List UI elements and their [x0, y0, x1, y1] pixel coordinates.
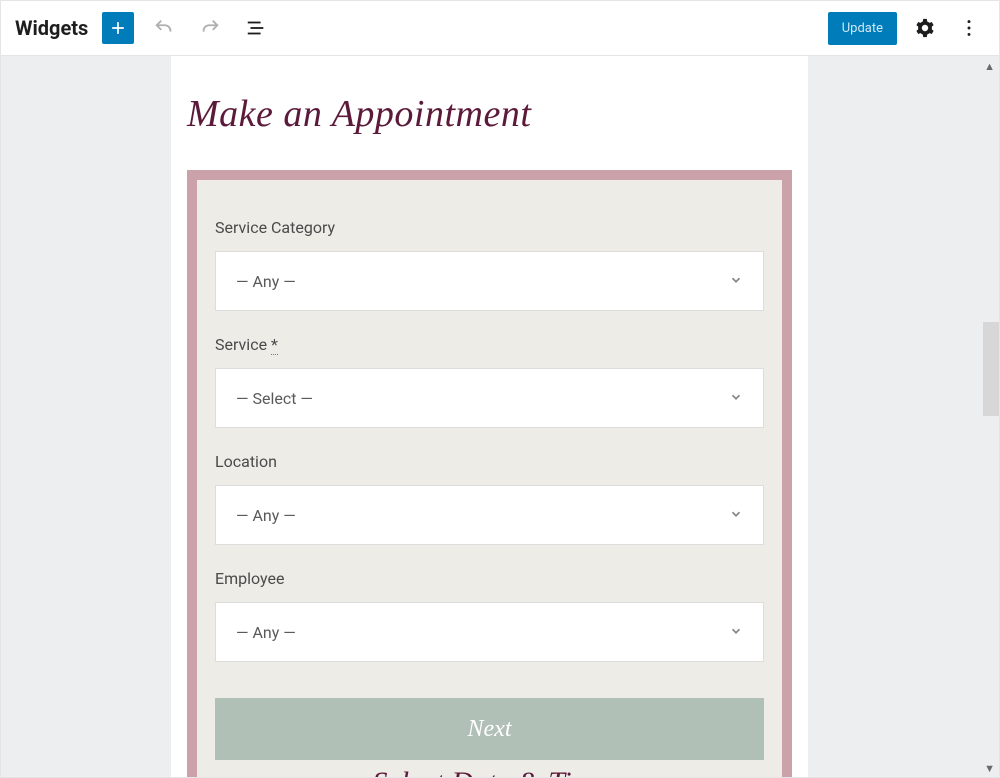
field-employee: Employee — Any —: [215, 569, 764, 662]
chevron-down-icon: [729, 389, 743, 408]
plus-icon: [108, 18, 128, 38]
step-2-title: Select Date & Time: [215, 766, 764, 777]
page-title: Widgets: [15, 16, 88, 40]
kebab-icon: [958, 17, 980, 39]
list-view-icon: [245, 17, 267, 39]
form-heading: Make an Appointment: [187, 92, 808, 136]
label-location: Location: [215, 452, 764, 471]
required-indicator: *: [271, 335, 278, 355]
topbar-right: Update: [828, 12, 985, 45]
label-service-category: Service Category: [215, 218, 764, 237]
undo-button: [148, 12, 180, 44]
label-service: Service *: [215, 335, 764, 354]
chevron-down-icon: [729, 623, 743, 642]
list-view-button[interactable]: [240, 12, 272, 44]
select-location[interactable]: — Any —: [215, 485, 764, 545]
select-value: — Any —: [236, 506, 296, 525]
next-button[interactable]: Next: [215, 698, 764, 760]
select-employee[interactable]: — Any —: [215, 602, 764, 662]
field-service-category: Service Category — Any —: [215, 218, 764, 311]
chevron-down-icon: [729, 272, 743, 291]
field-service: Service * — Select —: [215, 335, 764, 428]
select-value: — Any —: [236, 623, 296, 642]
select-service[interactable]: — Select —: [215, 368, 764, 428]
settings-button[interactable]: [909, 12, 941, 44]
chevron-down-icon: [729, 506, 743, 525]
redo-icon: [199, 17, 221, 39]
topbar-left: Widgets: [15, 12, 272, 44]
gear-icon: [914, 17, 936, 39]
scrollbar-thumb[interactable]: [983, 322, 999, 416]
label-service-text: Service: [215, 335, 271, 354]
select-value: — Any —: [236, 272, 296, 291]
widget-preview: Make an Appointment Service Category — A…: [171, 56, 808, 777]
field-location: Location — Any —: [215, 452, 764, 545]
editor-topbar: Widgets Update: [0, 0, 1000, 56]
select-value: — Select —: [236, 389, 313, 408]
scroll-up-button[interactable]: ▲: [984, 60, 995, 73]
appointment-form-card: Service Category — Any — Service * — Sel…: [187, 170, 792, 777]
more-options-button[interactable]: [953, 12, 985, 44]
editor-canvas: Make an Appointment Service Category — A…: [0, 56, 1000, 778]
update-button[interactable]: Update: [828, 12, 897, 45]
label-employee: Employee: [215, 569, 764, 588]
select-service-category[interactable]: — Any —: [215, 251, 764, 311]
undo-icon: [153, 17, 175, 39]
scroll-down-button[interactable]: ▼: [984, 762, 995, 775]
add-block-button[interactable]: [102, 12, 134, 44]
redo-button: [194, 12, 226, 44]
